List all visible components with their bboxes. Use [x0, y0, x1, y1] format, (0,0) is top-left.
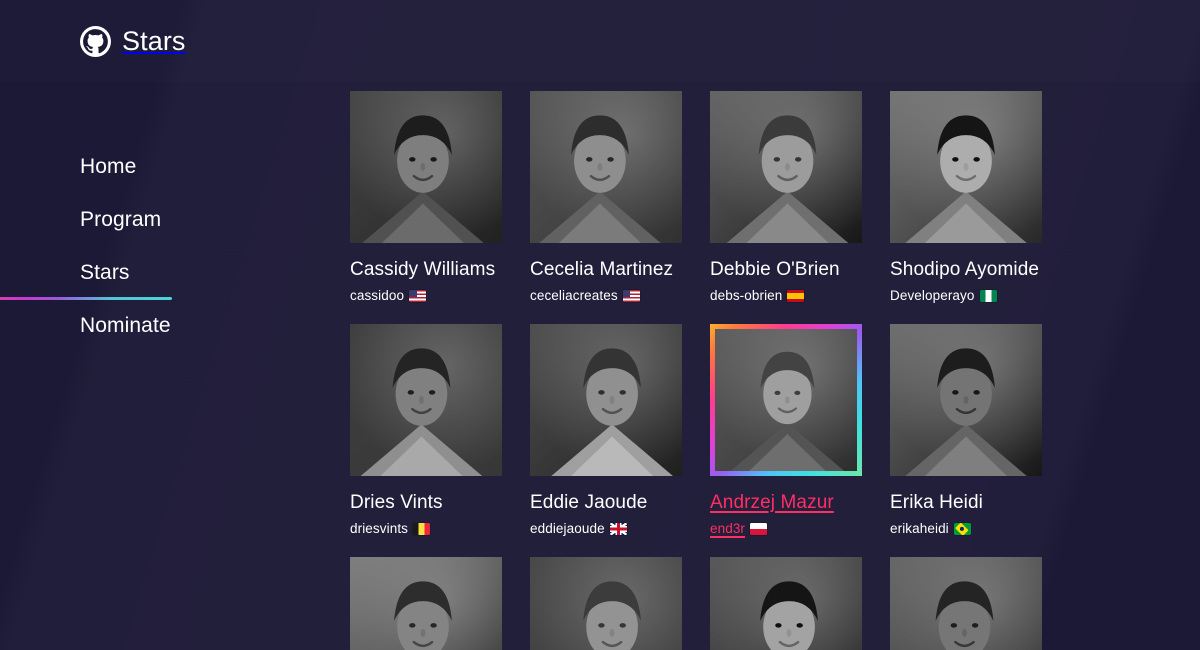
flag-belgium-icon [413, 522, 431, 535]
star-handle: driesvints [350, 522, 502, 536]
star-handle: ceceliacreates [530, 289, 682, 303]
star-name: Eddie Jaoude [530, 491, 648, 513]
flag-united-states-icon [409, 290, 427, 303]
star-handle: eddiejaoude [530, 522, 682, 536]
star-name: Cecelia Martinez [530, 259, 674, 280]
star-avatar-frame-highlighted [710, 323, 862, 476]
star-handle: debs-obrien [710, 289, 862, 303]
star-card[interactable] [710, 556, 862, 650]
star-avatar-frame [350, 323, 502, 476]
star-avatar-image [710, 556, 862, 650]
flag-nigeria-icon [979, 290, 997, 303]
sidebar-item-label: Program [80, 208, 162, 231]
page-title: Stars [122, 25, 186, 56]
star-card[interactable]: Cecelia Martinez ceceliacreates [530, 91, 682, 303]
flag-united-kingdom-icon [609, 522, 627, 535]
star-avatar-frame [710, 556, 862, 650]
star-card[interactable] [350, 556, 502, 650]
sidebar-item-nominate[interactable]: Nominate [0, 299, 300, 352]
star-handle-text: cassidoo [350, 288, 405, 304]
star-card[interactable]: Andrzej Mazur end3r [710, 323, 862, 536]
flag-spain-icon [787, 290, 805, 303]
star-avatar-frame [530, 91, 682, 243]
star-avatar-frame [350, 556, 502, 650]
star-name: Andrzej Mazur [710, 491, 834, 513]
sidebar-item-program[interactable]: Program [0, 193, 300, 246]
star-card[interactable]: Cassidy Williams cassidoo [350, 91, 502, 303]
star-handle-text: eddiejaoude [530, 521, 605, 537]
star-avatar-image [350, 556, 502, 650]
star-card[interactable]: Shodipo Ayomide Developerayo [890, 91, 1042, 303]
star-handle-text: ceceliacreates [530, 288, 618, 304]
star-card[interactable]: Debbie O'Brien debs-obrien [710, 91, 862, 303]
star-name: Cassidy Williams [350, 259, 496, 280]
star-handle: cassidoo [350, 289, 502, 303]
star-card[interactable]: Dries Vints driesvints [350, 323, 502, 536]
brand-logo-link[interactable]: Stars [80, 25, 186, 57]
star-handle-text: debs-obrien [710, 288, 783, 304]
sidebar-nav: Home Program Stars Nominate [0, 140, 300, 352]
star-avatar-frame [890, 323, 1042, 476]
star-handle: end3r [710, 522, 862, 536]
flag-poland-icon [750, 522, 768, 535]
star-avatar-image [530, 556, 682, 650]
star-avatar-frame [710, 91, 862, 243]
star-card[interactable]: Erika Heidi erikaheidi [890, 323, 1042, 536]
star-avatar-image [710, 91, 862, 243]
star-avatar-image [890, 91, 1042, 243]
sidebar-item-label: Home [80, 155, 137, 178]
star-handle-text: Developerayo [890, 288, 975, 304]
sidebar-item-label: Nominate [80, 314, 171, 337]
star-avatar-image [530, 323, 682, 476]
star-avatar-frame [890, 91, 1042, 243]
stars-grid: Cassidy Williams cassidoo Cecelia Martin… [350, 91, 1050, 650]
star-name: Erika Heidi [890, 491, 983, 513]
star-avatar-frame [530, 556, 682, 650]
star-avatar-image [890, 556, 1042, 650]
star-avatar-frame [530, 323, 682, 476]
star-avatar-image [890, 323, 1042, 476]
star-handle-text: driesvints [350, 521, 409, 537]
star-avatar-image [530, 91, 682, 243]
flag-united-states-icon [622, 290, 640, 303]
star-name: Debbie O'Brien [710, 259, 840, 280]
flag-brazil-icon [953, 522, 971, 535]
star-handle-text: erikaheidi [890, 521, 949, 537]
star-name: Shodipo Ayomide [890, 259, 1040, 280]
star-avatar-frame [890, 556, 1042, 650]
star-handle: Developerayo [890, 289, 1042, 303]
page-header: Stars [0, 0, 1200, 82]
star-name: Dries Vints [350, 491, 443, 513]
star-avatar-frame [350, 91, 502, 243]
star-avatar-image [715, 328, 857, 471]
github-stars-page: Stars Home Program Stars Nominate Cassid… [0, 0, 1200, 650]
star-avatar-image [350, 323, 502, 476]
github-octocat-icon [80, 25, 111, 57]
sidebar-item-home[interactable]: Home [0, 140, 300, 193]
star-avatar-image [350, 91, 502, 243]
sidebar-item-stars[interactable]: Stars [0, 246, 300, 300]
star-card[interactable] [530, 556, 682, 650]
star-card[interactable] [890, 556, 1042, 650]
star-handle-text: end3r [710, 521, 746, 537]
sidebar-item-label: Stars [80, 261, 130, 284]
star-handle: erikaheidi [890, 522, 1042, 536]
star-card[interactable]: Eddie Jaoude eddiejaoude [530, 323, 682, 536]
